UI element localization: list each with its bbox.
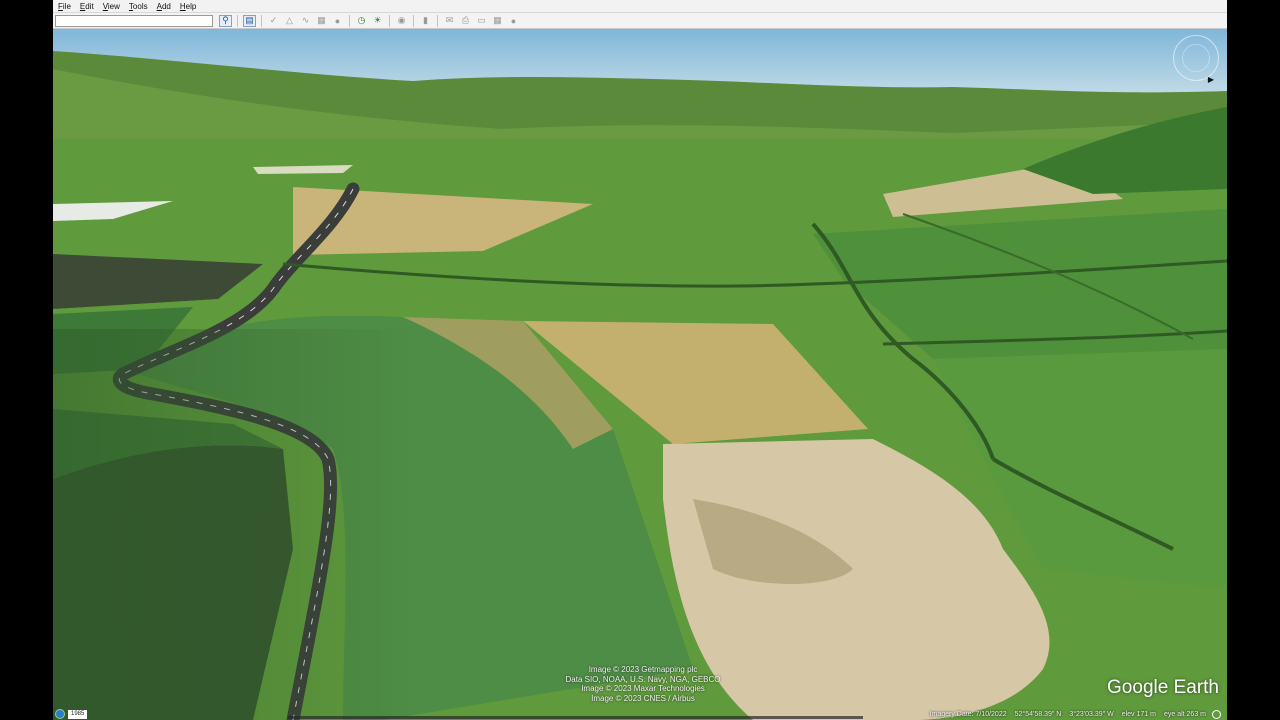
image-overlay-icon[interactable]: ▦	[315, 15, 328, 27]
elevation-readout: elev 171 m	[1121, 711, 1156, 718]
planet-icon[interactable]: ◉	[395, 15, 408, 27]
save-image-icon[interactable]: ▭	[475, 15, 488, 27]
view-in-maps-icon[interactable]: ▦	[491, 15, 504, 27]
attribution-line: Image © 2023 CNES / Airbus	[591, 693, 695, 703]
shadow-overlay	[53, 329, 653, 720]
toolbar-divider	[413, 14, 414, 27]
email-icon[interactable]: ✉	[443, 15, 456, 27]
toolbar-divider	[349, 14, 350, 27]
record-tour-icon[interactable]: ●	[331, 15, 344, 27]
menu-edit[interactable]: Edit	[80, 0, 94, 13]
menu-bar: File Edit View Tools Add Help	[53, 0, 1227, 13]
historical-imagery-icon[interactable]: ◷	[355, 15, 368, 27]
sunlight-icon[interactable]: ☀	[371, 15, 384, 27]
print-icon[interactable]: ⎙	[459, 15, 472, 27]
status-bar: 1985 Imagery Date: 7/10/2022 52°54'58.39…	[53, 707, 1227, 720]
streaming-status-icon	[1212, 710, 1221, 719]
toolbar-divider	[237, 14, 238, 27]
toolbar-divider	[261, 14, 262, 27]
placemark-icon[interactable]: ✓	[267, 15, 280, 27]
latitude-readout: 52°54'58.39" N	[1014, 711, 1062, 718]
path-icon[interactable]: ∿	[299, 15, 312, 27]
sidebar-toggle-icon[interactable]: ▤	[243, 14, 256, 27]
google-earth-logo: Google Earth	[1107, 677, 1219, 698]
menu-view[interactable]: View	[103, 0, 120, 13]
historical-slider[interactable]: 1985	[55, 709, 88, 719]
terrain-scene	[53, 29, 1227, 720]
attribution-line: Image © 2023 Maxar Technologies	[581, 684, 705, 693]
google-earth-window: File Edit View Tools Add Help ⚲ ▤ ✓ △ ∿ …	[53, 0, 1227, 720]
longitude-readout: 3°23'03.39" W	[1069, 711, 1114, 718]
menu-help[interactable]: Help	[180, 0, 196, 13]
menu-add[interactable]: Add	[157, 0, 171, 13]
imagery-date: Imagery Date: 7/10/2022	[929, 711, 1007, 718]
timeline-bar[interactable]	[288, 716, 863, 719]
left-letterbox	[0, 0, 53, 720]
menu-tools[interactable]: Tools	[129, 0, 148, 13]
polygon-icon[interactable]: △	[283, 15, 296, 27]
mouse-cursor-icon: ▶	[1207, 75, 1214, 84]
attribution-line: Data SIO, NOAA, U.S. Navy, NGA, GEBCO	[565, 674, 721, 684]
toolbar-divider	[437, 14, 438, 27]
status-readout: Imagery Date: 7/10/2022 52°54'58.39" N 3…	[922, 710, 1221, 719]
year-label: 1985	[68, 709, 88, 719]
earth-3d-view[interactable]: ▶ Image © 2023 Getmapping plc Data SIO, …	[53, 29, 1227, 720]
toolbar: ⚲ ▤ ✓ △ ∿ ▦ ● ◷ ☀ ◉ ▮ ✉ ⎙ ▭ ▦ ●	[53, 13, 1227, 29]
right-letterbox	[1227, 0, 1280, 720]
search-icon[interactable]: ⚲	[219, 14, 232, 27]
search-input[interactable]	[55, 14, 213, 27]
settings-icon[interactable]: ●	[507, 15, 520, 27]
toolbar-divider	[389, 14, 390, 27]
imagery-attribution: Image © 2023 Getmapping plc Data SIO, NO…	[523, 665, 763, 703]
menu-file[interactable]: File	[58, 0, 71, 13]
ruler-icon[interactable]: ▮	[419, 15, 432, 27]
attribution-line: Image © 2023 Getmapping plc	[588, 665, 698, 674]
eye-altitude-readout: eye alt 263 m	[1163, 711, 1206, 718]
globe-icon[interactable]	[55, 709, 65, 719]
